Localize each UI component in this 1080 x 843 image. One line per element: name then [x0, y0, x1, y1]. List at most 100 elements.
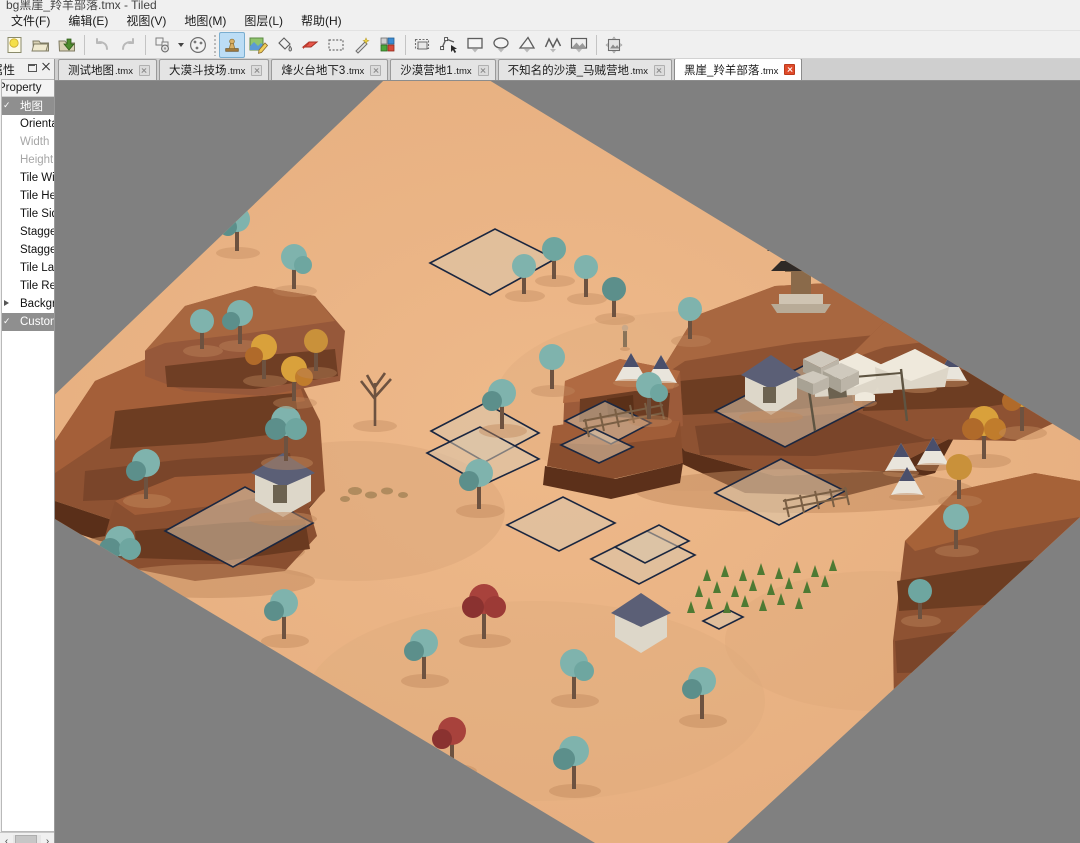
properties-horizontal-scrollbar[interactable]: ‹ › [0, 832, 54, 843]
save-file-button[interactable] [54, 32, 80, 58]
isometric-map-render[interactable] [55, 81, 1080, 843]
menu-edit[interactable]: 编辑(E) [59, 13, 117, 30]
property-row-tile-side-length[interactable]: Tile Side Length (Hex) [2, 205, 54, 223]
tab-title: 烽火台地下3 [281, 65, 346, 77]
properties-dock-titlebar: 属性 [0, 59, 54, 79]
tab-close-icon[interactable] [784, 64, 796, 75]
tab-title: 黑崖_羚羊部落 [683, 64, 760, 77]
toolbar-separator-4 [405, 34, 406, 55]
fill-tool[interactable] [271, 32, 297, 58]
tileset-settings-button[interactable] [150, 32, 176, 58]
property-row-map[interactable]: ✓ 地图 [2, 97, 54, 115]
toolbar-separator-2 [145, 34, 146, 55]
insert-tile-tool[interactable] [566, 32, 592, 58]
property-label: Tile Side Length (Hex) [20, 208, 54, 220]
insert-image-tool[interactable] [601, 32, 627, 58]
main-toolbar [0, 31, 1080, 59]
tab-damodoujichang[interactable]: 大漠斗技场 .tmx [158, 59, 270, 80]
property-row-stagger-index[interactable]: Stagger Index [2, 241, 54, 259]
check-icon: ✓ [3, 100, 11, 110]
tab-title: 大漠斗技场 [168, 65, 227, 77]
property-label: Background Color [20, 298, 54, 310]
eraser-tool[interactable] [297, 32, 323, 58]
insert-ellipse-tool[interactable] [488, 32, 514, 58]
terrain-brush-tool[interactable] [245, 32, 271, 58]
property-label: Width [20, 136, 50, 148]
tab-close-icon[interactable] [251, 64, 263, 76]
property-row-background-color[interactable]: Background Color [2, 295, 54, 313]
marquee-select-icon [328, 38, 344, 51]
edit-polygon-tool[interactable] [436, 32, 462, 58]
tab-heiya-lingyangbuluo[interactable]: 黑崖_羚羊部落 .tmx [673, 59, 803, 80]
tab-extension: .tmx [453, 66, 472, 77]
tab-title: 测试地图 [68, 65, 114, 77]
toolbar-separator-3 [213, 33, 217, 56]
tab-fenghuotaidixia3[interactable]: 烽火台地下3 .tmx [271, 59, 389, 80]
gears-icon [155, 37, 169, 52]
chevron-right-icon[interactable] [4, 300, 9, 306]
menu-bar: 文件(F) 编辑(E) 视图(V) 地图(M) 图层(L) 帮助(H) [0, 13, 1080, 31]
property-row-custom-properties[interactable]: ✓ Custom Properties [2, 313, 54, 331]
tab-ceshiditu[interactable]: 测试地图 .tmx [58, 59, 157, 80]
random-mode-button[interactable] [185, 32, 211, 58]
magic-wand-tool[interactable] [349, 32, 375, 58]
scroll-right-icon[interactable]: › [41, 834, 54, 843]
undo-button[interactable] [89, 32, 115, 58]
property-label: Orientation [20, 118, 54, 130]
menu-file[interactable]: 文件(F) [2, 13, 59, 30]
insert-rectangle-icon [467, 37, 483, 52]
redo-button[interactable] [115, 32, 141, 58]
stamp-icon [225, 38, 239, 52]
menu-map[interactable]: 地图(M) [175, 13, 235, 30]
tab-close-icon[interactable] [477, 64, 489, 76]
window-title: bg黑崖_羚羊部落.tmx - Tiled [6, 0, 157, 12]
insert-polyline-icon [544, 36, 562, 52]
new-map-button[interactable] [2, 32, 28, 58]
close-icon[interactable] [41, 62, 51, 72]
scrollbar-thumb[interactable] [15, 834, 37, 843]
property-label: Custom Properties [20, 316, 54, 328]
property-label: Stagger Index [20, 244, 54, 256]
insert-polyline-tool[interactable] [540, 32, 566, 58]
tab-close-icon[interactable] [370, 64, 382, 76]
edit-polygon-icon [440, 36, 457, 53]
toolbar-separator-1 [84, 34, 85, 55]
scroll-left-icon[interactable]: ‹ [0, 834, 13, 843]
check-icon: ✓ [3, 316, 11, 326]
property-row-tile-height[interactable]: Tile Height [2, 187, 54, 205]
insert-polygon-tool[interactable] [514, 32, 540, 58]
rectangle-select-tool[interactable] [323, 32, 349, 58]
property-label: Tile Layer Format [20, 262, 54, 274]
undock-icon[interactable] [27, 62, 37, 72]
stamp-brush-tool[interactable] [219, 31, 245, 58]
tab-close-icon[interactable] [138, 64, 150, 76]
tileset-settings-dropdown[interactable] [176, 32, 185, 58]
insert-rectangle-tool[interactable] [462, 32, 488, 58]
eraser-icon [301, 41, 319, 49]
map-canvas[interactable] [55, 81, 1080, 843]
property-row-stagger-axis[interactable]: Stagger Axis [2, 223, 54, 241]
tab-buzhimingdeshamo-mazeiyingdi[interactable]: 不知名的沙漠_马贼营地 .tmx [497, 59, 672, 80]
menu-help[interactable]: 帮助(H) [292, 13, 351, 30]
properties-dock: 属性 Property ✓ 地图 Orientation [0, 59, 55, 843]
property-column-label: Property [1, 82, 42, 94]
properties-table[interactable]: Property ✓ 地图 Orientation Width Height [1, 79, 54, 832]
menu-view[interactable]: 视图(V) [117, 13, 175, 30]
property-row-tile-render-order[interactable]: Tile Render Order [2, 277, 54, 295]
select-same-tile-tool[interactable] [375, 32, 401, 58]
property-row-height[interactable]: Height [2, 151, 54, 169]
save-disk-icon [58, 38, 75, 51]
title-bar: bg黑崖_羚羊部落.tmx - Tiled [0, 0, 1080, 13]
scrollbar-track[interactable] [13, 834, 41, 843]
menu-layer[interactable]: 图层(L) [235, 13, 292, 30]
property-row-tile-layer-format[interactable]: Tile Layer Format [2, 259, 54, 277]
property-row-width[interactable]: Width [2, 133, 54, 151]
open-file-button[interactable] [28, 32, 54, 58]
tab-shamoyingdi1[interactable]: 沙漠营地1 .tmx [390, 59, 496, 80]
object-select-tool[interactable] [410, 32, 436, 58]
dice-icon [189, 36, 207, 53]
insert-image-icon [605, 36, 623, 53]
property-row-orientation[interactable]: Orientation [2, 115, 54, 133]
tab-close-icon[interactable] [653, 64, 665, 76]
property-row-tile-width[interactable]: Tile Width [2, 169, 54, 187]
